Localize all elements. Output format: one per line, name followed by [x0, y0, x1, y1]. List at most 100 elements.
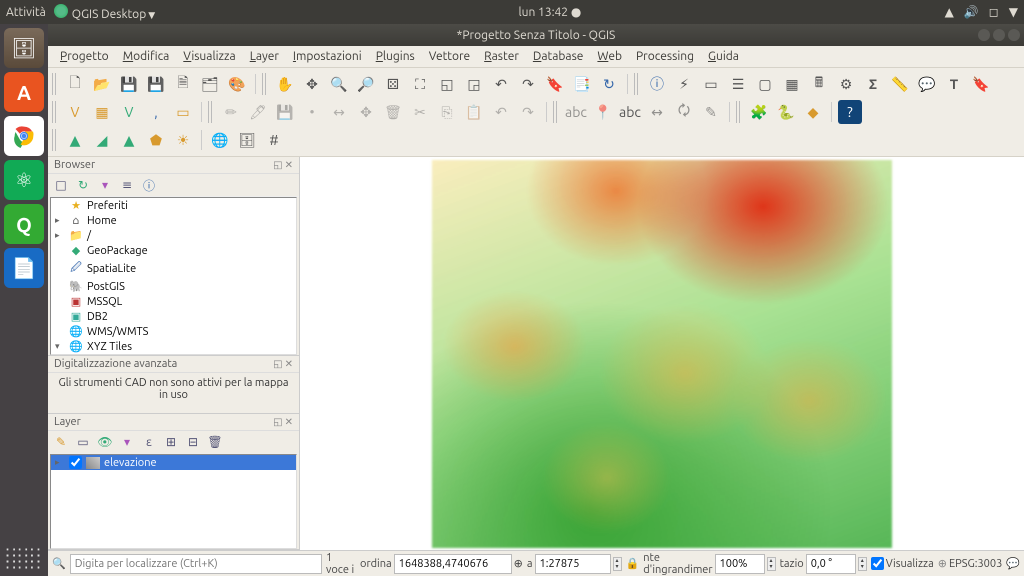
zoom-full-icon[interactable]: ⛶ — [408, 72, 432, 96]
delete-selected-icon[interactable]: 🗑 — [381, 100, 405, 124]
new-layout-icon[interactable]: 🗎 — [171, 72, 195, 96]
add-feature-icon[interactable]: • — [300, 100, 324, 124]
panel-close-icon[interactable]: ✕ — [285, 358, 293, 370]
launcher-software[interactable]: A — [4, 72, 44, 112]
move-feature-icon[interactable]: ↔ — [327, 100, 351, 124]
paste-icon[interactable]: 📋 — [462, 100, 486, 124]
browser-item-home[interactable]: ▸⌂Home — [51, 213, 296, 228]
menu-isualizza[interactable]: Visualizza — [179, 48, 239, 65]
add-raster-icon[interactable]: ▦ — [90, 100, 114, 124]
deselect-icon[interactable]: ▢ — [753, 72, 777, 96]
volume-icon[interactable]: 🔊 — [964, 5, 979, 19]
launcher-qgis[interactable]: Q — [4, 204, 44, 244]
layer-remove-icon[interactable]: 🗑 — [206, 433, 224, 451]
action-icon[interactable]: ⚡ — [672, 72, 696, 96]
menu-mpostazioni[interactable]: Impostazioni — [289, 48, 366, 65]
browser-collapse-icon[interactable]: ≡ — [118, 176, 136, 194]
browser-item-wmswmts[interactable]: 🌐WMS/WMTS — [51, 324, 296, 339]
shape-digitize-2-icon[interactable]: ◢ — [90, 128, 114, 152]
layer-filter-icon[interactable]: ▾ — [118, 433, 136, 451]
annotation-icon[interactable]: T — [942, 72, 966, 96]
add-virtual-icon[interactable]: ▭ — [171, 100, 195, 124]
add-vector-icon[interactable]: V — [63, 100, 87, 124]
menu-lugins[interactable]: Plugins — [372, 48, 419, 65]
add-mesh-icon[interactable]: V — [117, 100, 141, 124]
render-checkbox[interactable] — [871, 557, 884, 570]
browser-item-mssql[interactable]: ▣MSSQL — [51, 294, 296, 309]
zoom-layer-icon[interactable]: ◲ — [462, 72, 486, 96]
magnifier-input[interactable] — [715, 554, 765, 574]
undo-icon[interactable]: ↶ — [489, 100, 513, 124]
menu-processing[interactable]: Processing — [632, 48, 698, 65]
refresh-icon[interactable]: ↻ — [597, 72, 621, 96]
layer-visibility-checkbox[interactable] — [69, 456, 82, 469]
pan-selection-icon[interactable]: ✥ — [300, 72, 324, 96]
panel-undock-icon[interactable]: ◱ — [273, 159, 282, 171]
node-tool-icon[interactable]: ✥ — [354, 100, 378, 124]
panel-undock-icon[interactable]: ◱ — [273, 416, 282, 428]
menu-ayer[interactable]: Layer — [246, 48, 283, 65]
toolbox-icon[interactable]: ⚙ — [834, 72, 858, 96]
panel-undock-icon[interactable]: ◱ — [273, 358, 282, 370]
label-pin-icon[interactable]: 📍 — [591, 100, 615, 124]
minimize-button[interactable] — [978, 29, 990, 41]
layer-item-elevazione[interactable]: ▸ elevazione — [51, 455, 296, 470]
plugin-dev-icon[interactable]: ◆ — [801, 100, 825, 124]
menu-rogetto[interactable]: Progetto — [56, 48, 113, 65]
layer-add-group-icon[interactable]: ▭ — [74, 433, 92, 451]
label-show-icon[interactable]: abc — [618, 100, 642, 124]
layers-tree[interactable]: ▸ elevazione — [50, 454, 297, 549]
attribute-table-icon[interactable]: ▦ — [780, 72, 804, 96]
browser-item-db2[interactable]: ▣DB2 — [51, 309, 296, 324]
bookmarks-icon[interactable]: 📑 — [570, 72, 594, 96]
add-delimited-icon[interactable]: , — [144, 100, 168, 124]
zoom-selection-icon[interactable]: ◱ — [435, 72, 459, 96]
browser-tree[interactable]: ★Preferiti▸⌂Home▸📁/◆GeoPackage🖉SpatiaLit… — [50, 197, 297, 355]
label-icon[interactable]: abc — [564, 100, 588, 124]
label-rotate-icon[interactable]: 🗘 — [672, 100, 696, 124]
grid-icon[interactable]: # — [262, 128, 286, 152]
layer-visibility-icon[interactable]: 👁 — [96, 433, 114, 451]
menu-aster[interactable]: Raster — [480, 48, 523, 65]
menu-uida[interactable]: Guida — [704, 48, 743, 65]
cut-icon[interactable]: ✂ — [408, 100, 432, 124]
shape-digitize-4-icon[interactable]: ⬟ — [144, 128, 168, 152]
browser-item-postgis[interactable]: 🐘PostGIS — [51, 279, 296, 294]
panel-close-icon[interactable]: ✕ — [285, 159, 293, 171]
system-menu-icon[interactable]: ▼ — [1009, 5, 1018, 19]
browser-item-preferiti[interactable]: ★Preferiti — [51, 198, 296, 213]
zoom-next-icon[interactable]: ↷ — [516, 72, 540, 96]
locator-input[interactable] — [70, 554, 322, 574]
save-as-icon[interactable]: 💾 — [144, 72, 168, 96]
copy-icon[interactable]: ⎘ — [435, 100, 459, 124]
rotation-input[interactable] — [806, 554, 856, 574]
launcher-atom[interactable]: ⚛ — [4, 160, 44, 200]
browser-item-[interactable]: ▸📁/ — [51, 228, 296, 243]
launcher-files[interactable]: 🗄 — [4, 28, 44, 68]
crs-label[interactable]: EPSG:3003 — [949, 558, 1002, 570]
shape-digitize-1-icon[interactable]: ▲ — [63, 128, 87, 152]
browser-filter-icon[interactable]: ▾ — [96, 176, 114, 194]
battery-icon[interactable]: ◻ — [989, 5, 999, 19]
select-features-icon[interactable]: ▭ — [699, 72, 723, 96]
decoration-icon[interactable]: 🌐 — [208, 128, 232, 152]
close-button[interactable] — [1008, 29, 1020, 41]
menu-eb[interactable]: Web — [593, 48, 626, 65]
launcher-apps-grid[interactable]: ∷∷∷∷∷∷∷∷∷ — [6, 550, 43, 568]
show-bookmarks-icon[interactable]: 🔖 — [969, 72, 993, 96]
lock-icon[interactable]: 🔒 — [626, 557, 640, 570]
browser-item-spatialite[interactable]: 🖉SpatiaLite — [51, 258, 296, 279]
select-value-icon[interactable]: ☰ — [726, 72, 750, 96]
scale-input[interactable] — [535, 554, 611, 574]
browser-add-icon[interactable]: □ — [52, 176, 70, 194]
maximize-button[interactable] — [993, 29, 1005, 41]
map-canvas[interactable] — [300, 157, 1024, 550]
browser-item-xyztiles[interactable]: ▾🌐XYZ Tiles — [51, 339, 296, 354]
style-manager-icon[interactable]: 🎨 — [225, 72, 249, 96]
layer-expression-icon[interactable]: ε — [140, 433, 158, 451]
edit-tools-icon[interactable]: 🖊 — [246, 100, 270, 124]
launcher-chrome[interactable] — [4, 116, 44, 156]
field-calc-icon[interactable]: 🖩 — [807, 72, 831, 96]
panel-close-icon[interactable]: ✕ — [285, 416, 293, 428]
activities-button[interactable]: Attività — [6, 6, 46, 19]
